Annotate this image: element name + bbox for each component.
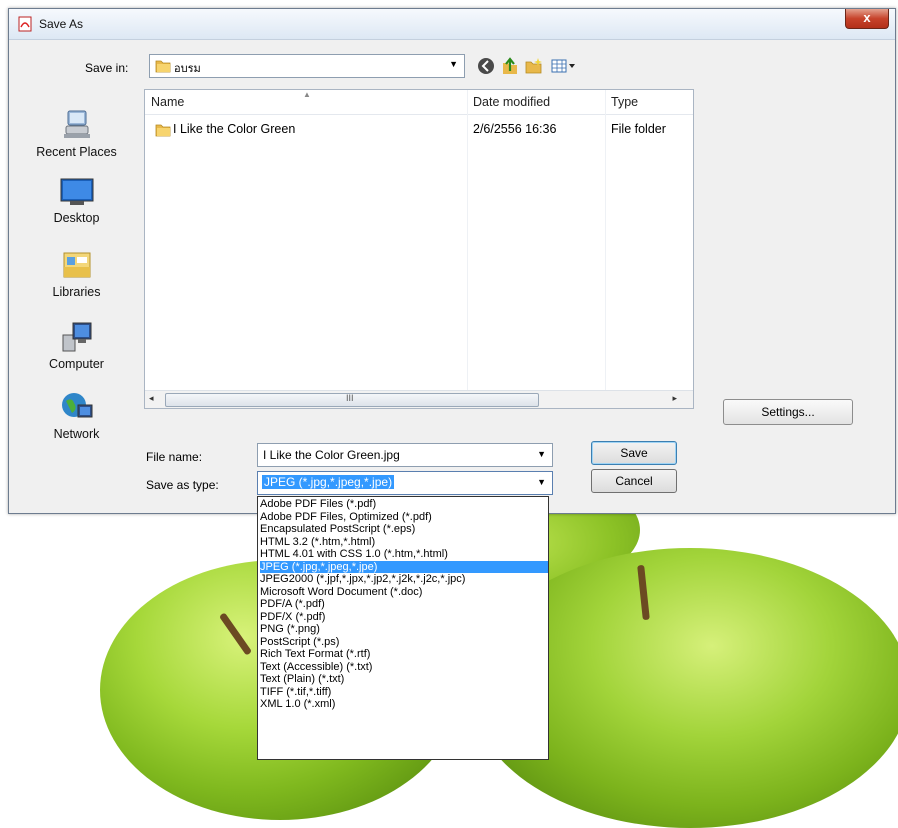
save-as-type-select[interactable]: JPEG (*.jpg,*.jpeg,*.jpe) ▼ xyxy=(257,471,553,495)
list-header: Name ▲ Date modified Type xyxy=(145,90,693,115)
column-header-date-modified[interactable]: Date modified xyxy=(473,95,550,109)
place-libraries[interactable]: Libraries xyxy=(9,249,144,299)
save-in-value: อบรม xyxy=(174,63,201,75)
save-button[interactable]: Save xyxy=(591,441,677,465)
close-button[interactable]: x xyxy=(845,9,889,29)
place-label: Desktop xyxy=(53,211,100,225)
scrollbar-thumb[interactable]: III xyxy=(165,393,539,407)
dropdown-option[interactable]: JPEG2000 (*.jpf,*.jpx,*.jp2,*.j2k,*.j2c,… xyxy=(260,573,548,585)
file-name-cell: I Like the Color Green xyxy=(173,122,296,136)
recent-places-icon xyxy=(63,110,90,138)
dropdown-option[interactable]: Rich Text Format (*.rtf) xyxy=(260,648,548,660)
dropdown-option[interactable]: PNG (*.png) xyxy=(260,623,548,635)
new-folder-icon[interactable] xyxy=(525,57,543,75)
place-desktop[interactable]: Desktop xyxy=(9,177,144,225)
file-row[interactable]: I Like the Color Green 2/6/2556 16:36 Fi… xyxy=(145,120,691,140)
dropdown-option[interactable]: XML 1.0 (*.xml) xyxy=(260,698,548,710)
column-header-name[interactable]: Name xyxy=(151,95,184,109)
dropdown-option[interactable]: Text (Accessible) (*.txt) xyxy=(260,661,548,673)
dropdown-option[interactable]: Microsoft Word Document (*.doc) xyxy=(260,586,548,598)
chevron-down-icon[interactable]: ▼ xyxy=(537,477,546,487)
place-recent-places[interactable]: Recent Places xyxy=(9,107,144,159)
save-as-type-label: Save as type: xyxy=(146,478,219,492)
place-computer[interactable]: Computer xyxy=(9,321,144,371)
chevron-down-icon[interactable]: ▼ xyxy=(537,449,546,459)
save-as-dialog: Save As x Save in: อบรม ▼ Recent Places … xyxy=(8,8,896,514)
title-bar[interactable]: Save As x xyxy=(9,9,895,40)
dropdown-option[interactable]: Adobe PDF Files (*.pdf) xyxy=(260,498,548,510)
folder-icon xyxy=(155,123,171,140)
pdf-app-icon xyxy=(17,16,33,32)
dropdown-option[interactable]: PDF/X (*.pdf) xyxy=(260,611,548,623)
file-name-input[interactable]: I Like the Color Green.jpg ▼ xyxy=(257,443,553,467)
computer-icon xyxy=(62,322,91,352)
dropdown-option[interactable]: HTML 4.01 with CSS 1.0 (*.htm,*.html) xyxy=(260,548,548,560)
horizontal-scrollbar[interactable]: ◂ III ▸ xyxy=(145,390,693,408)
file-date-cell: 2/6/2556 16:36 xyxy=(473,122,557,136)
network-icon xyxy=(61,393,92,418)
folder-icon xyxy=(155,59,171,76)
file-name-label: File name: xyxy=(146,450,203,464)
dropdown-option[interactable]: HTML 3.2 (*.htm,*.html) xyxy=(260,536,548,548)
dropdown-option[interactable]: PDF/A (*.pdf) xyxy=(260,598,548,610)
dropdown-option[interactable]: PostScript (*.ps) xyxy=(260,636,548,648)
dropdown-option[interactable]: Encapsulated PostScript (*.eps) xyxy=(260,523,548,535)
file-type-cell: File folder xyxy=(611,122,666,136)
scroll-right-icon[interactable]: ▸ xyxy=(672,393,677,404)
scroll-left-icon[interactable]: ◂ xyxy=(149,393,154,404)
place-label: Libraries xyxy=(52,285,101,299)
place-network[interactable]: Network xyxy=(9,391,144,441)
dropdown-option[interactable]: TIFF (*.tif,*.tiff) xyxy=(260,686,548,698)
place-label: Recent Places xyxy=(36,145,117,159)
dialog-title: Save As xyxy=(39,17,84,31)
column-header-type[interactable]: Type xyxy=(611,95,638,109)
desktop-icon xyxy=(60,178,93,205)
file-name-value: I Like the Color Green.jpg xyxy=(263,448,400,462)
dropdown-option[interactable]: JPEG (*.jpg,*.jpeg,*.jpe) xyxy=(260,560,548,573)
file-list[interactable]: Name ▲ Date modified Type I Like the Col… xyxy=(144,89,694,409)
views-menu-icon[interactable] xyxy=(551,57,577,75)
dropdown-option[interactable]: Text (Plain) (*.txt) xyxy=(260,673,548,685)
save-in-combobox[interactable]: อบรม ▼ xyxy=(149,54,465,78)
up-folder-icon[interactable] xyxy=(501,57,519,75)
settings-button[interactable]: Settings... xyxy=(723,399,853,425)
cancel-button[interactable]: Cancel xyxy=(591,469,677,493)
sort-ascending-icon: ▲ xyxy=(303,90,311,99)
dropdown-option[interactable]: Adobe PDF Files, Optimized (*.pdf) xyxy=(260,511,548,523)
scrollbar-grip: III xyxy=(346,393,354,403)
back-icon[interactable] xyxy=(477,57,495,75)
save-as-type-value: JPEG (*.jpg,*.jpeg,*.jpe) xyxy=(262,475,395,489)
libraries-icon xyxy=(63,252,90,278)
chevron-down-icon[interactable]: ▼ xyxy=(449,59,458,69)
save-in-label: Save in: xyxy=(85,61,129,75)
place-label: Network xyxy=(53,427,100,441)
save-as-type-dropdown-list[interactable]: Adobe PDF Files (*.pdf) Adobe PDF Files, … xyxy=(257,496,549,760)
place-label: Computer xyxy=(49,357,104,371)
